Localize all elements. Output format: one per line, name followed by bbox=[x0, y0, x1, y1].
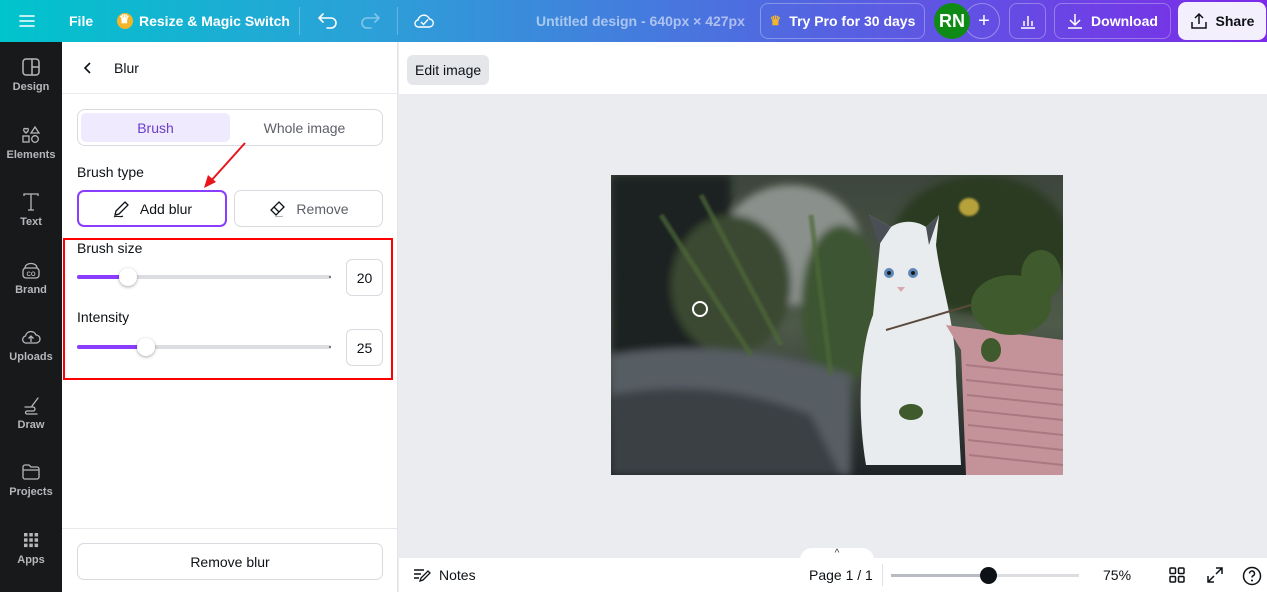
share-icon bbox=[1190, 12, 1207, 29]
download-icon bbox=[1068, 14, 1083, 29]
notes-button[interactable]: Notes bbox=[413, 558, 476, 592]
resize-label: Resize & Magic Switch bbox=[139, 13, 290, 29]
share-button[interactable]: Share bbox=[1178, 2, 1266, 40]
help-button[interactable] bbox=[1242, 566, 1262, 586]
nav-label: Elements bbox=[6, 149, 56, 161]
redo-button[interactable] bbox=[360, 0, 382, 42]
panel-header: Blur bbox=[62, 42, 398, 94]
text-icon bbox=[23, 193, 39, 211]
shapes-icon bbox=[22, 125, 41, 143]
brush-icon bbox=[113, 200, 129, 217]
notes-label: Notes bbox=[439, 567, 476, 583]
context-toolbar: Edit image bbox=[399, 42, 1267, 94]
save-status-button[interactable] bbox=[413, 0, 435, 42]
divider bbox=[299, 7, 300, 35]
share-label: Share bbox=[1215, 13, 1255, 29]
nav-item-text[interactable]: Text bbox=[0, 180, 62, 240]
crown-icon bbox=[117, 12, 133, 29]
annotation-highlight-box bbox=[63, 238, 393, 380]
remove-brush-button[interactable]: Remove bbox=[234, 190, 383, 227]
zoom-percentage[interactable]: 75% bbox=[1103, 558, 1131, 592]
download-button[interactable]: Download bbox=[1054, 3, 1171, 39]
add-blur-button[interactable]: Add blur bbox=[77, 190, 227, 227]
nav-item-apps[interactable]: Apps bbox=[0, 518, 62, 578]
remove-label: Remove bbox=[296, 200, 349, 217]
avatar[interactable]: RN bbox=[934, 3, 970, 39]
draw-icon bbox=[24, 397, 39, 415]
expand-icon bbox=[1207, 567, 1223, 583]
slider-fill bbox=[891, 574, 989, 577]
blur-mode-toggle: Brush Whole image bbox=[77, 109, 383, 146]
svg-text:CO: CO bbox=[27, 272, 36, 278]
resize-magic-switch-button[interactable]: Resize & Magic Switch bbox=[117, 0, 290, 42]
cloud-check-icon bbox=[414, 14, 434, 28]
bar-chart-icon bbox=[1020, 16, 1035, 29]
nav-label: Projects bbox=[9, 486, 53, 498]
try-pro-button[interactable]: ♛ Try Pro for 30 days bbox=[760, 3, 925, 39]
nav-item-projects[interactable]: Projects bbox=[0, 450, 62, 510]
redo-icon bbox=[361, 13, 380, 29]
nav-label: Apps bbox=[17, 554, 45, 566]
zoom-slider[interactable] bbox=[891, 567, 1079, 584]
photo-illustration bbox=[611, 175, 1063, 475]
edit-image-button[interactable]: Edit image bbox=[407, 55, 490, 85]
nav-item-brand[interactable]: CO Brand bbox=[0, 248, 62, 308]
nav-item-elements[interactable]: Elements bbox=[0, 113, 62, 173]
left-nav: Design Elements Text CO Brand Uploads Dr… bbox=[0, 42, 62, 592]
undo-icon bbox=[318, 13, 337, 29]
mode-whole-image-tab[interactable]: Whole image bbox=[230, 113, 379, 142]
folder-icon bbox=[22, 464, 40, 480]
undo-button[interactable] bbox=[316, 0, 338, 42]
hamburger-icon bbox=[19, 15, 35, 27]
grid-view-icon bbox=[1169, 567, 1185, 583]
help-icon bbox=[1242, 566, 1262, 586]
file-label: File bbox=[69, 13, 94, 29]
apps-grid-icon bbox=[24, 533, 39, 548]
cat-photo[interactable] bbox=[611, 175, 1063, 475]
crown-icon: ♛ bbox=[769, 13, 782, 28]
page-indicator[interactable]: Page 1 / 1 bbox=[809, 558, 873, 592]
nav-label: Brand bbox=[15, 284, 47, 296]
remove-blur-button[interactable]: Remove blur bbox=[77, 543, 383, 580]
insights-button[interactable] bbox=[1009, 3, 1046, 39]
add-blur-label: Add blur bbox=[139, 200, 193, 217]
nav-label: Text bbox=[20, 216, 42, 228]
layout-icon bbox=[22, 58, 40, 76]
grid-view-button[interactable] bbox=[1168, 566, 1186, 584]
top-bar: File Resize & Magic Switch Untitled desi… bbox=[0, 0, 1267, 42]
chevron-left-icon bbox=[83, 62, 91, 74]
fullscreen-button[interactable] bbox=[1206, 566, 1224, 584]
back-button[interactable] bbox=[80, 60, 96, 76]
nav-label: Draw bbox=[17, 419, 45, 431]
divider bbox=[882, 564, 883, 586]
design-title[interactable]: Untitled design - 640px × 427px bbox=[536, 0, 745, 42]
download-label: Download bbox=[1091, 13, 1158, 29]
nav-item-design[interactable]: Design bbox=[0, 45, 62, 105]
nav-item-uploads[interactable]: Uploads bbox=[0, 315, 62, 375]
notes-icon bbox=[414, 569, 431, 583]
cloud-upload-icon bbox=[22, 330, 41, 344]
brush-cursor bbox=[692, 301, 708, 317]
divider bbox=[62, 528, 398, 529]
nav-label: Uploads bbox=[9, 351, 53, 363]
bottom-bar: Notes Page 1 / 1 75% bbox=[399, 558, 1267, 592]
nav-item-draw[interactable]: Draw bbox=[0, 383, 62, 443]
plus-icon: + bbox=[978, 9, 990, 32]
divider bbox=[397, 7, 398, 35]
main-menu-button[interactable] bbox=[18, 0, 36, 42]
file-menu-button[interactable]: File bbox=[69, 0, 93, 42]
panel-title: Blur bbox=[114, 60, 139, 76]
try-pro-label: Try Pro for 30 days bbox=[789, 13, 916, 29]
brand-icon: CO bbox=[22, 262, 40, 279]
brush-type-label: Brush type bbox=[77, 164, 144, 180]
slider-handle[interactable] bbox=[980, 567, 998, 584]
mode-brush-tab[interactable]: Brush bbox=[81, 113, 230, 142]
eraser-icon bbox=[270, 200, 286, 217]
nav-label: Design bbox=[12, 81, 50, 93]
